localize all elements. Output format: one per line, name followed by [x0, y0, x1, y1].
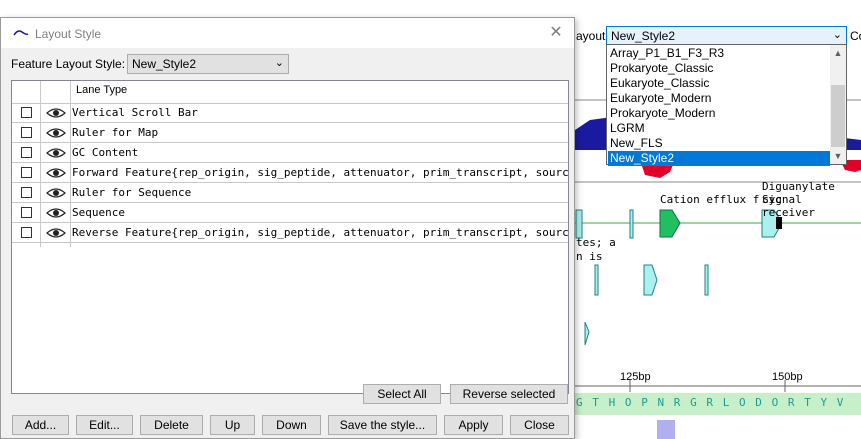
amino-acid-letter: D: [755, 396, 762, 409]
amino-acid-letter: G: [576, 396, 583, 409]
amino-acid-letter: Y: [820, 396, 828, 409]
amino-acid-letter: T: [592, 396, 599, 409]
eye-icon[interactable]: [46, 127, 66, 139]
layout-style-dialog: Layout Style ✕ Feature Layout Style: New…: [0, 17, 575, 439]
lane-type-label: Forward Feature{rep_origin, sig_peptide,…: [72, 166, 569, 179]
table-row[interactable]: Ruler for Sequence: [12, 183, 568, 203]
row-checkbox[interactable]: [21, 227, 32, 238]
apply-button[interactable]: Apply: [444, 415, 503, 435]
lane-type-label: Ruler for Sequence: [72, 186, 192, 199]
feature-label: tes; a: [576, 236, 616, 249]
amino-acid-letter: O: [739, 396, 746, 409]
dropdown-option[interactable]: LGRM: [608, 121, 830, 136]
eye-icon[interactable]: [46, 227, 66, 239]
amino-acid-letter: L: [722, 396, 730, 409]
feature-label: Signal receiver: [762, 193, 815, 219]
edit-button[interactable]: Edit...: [76, 415, 133, 435]
dropdown-option-selected[interactable]: New_Style2: [608, 151, 830, 166]
row-checkbox[interactable]: [21, 127, 32, 138]
app-icon: [13, 30, 29, 36]
dropdown-option[interactable]: New_FLS: [608, 136, 830, 151]
feature-arrow: [659, 209, 681, 238]
up-button[interactable]: Up: [210, 415, 255, 435]
row-checkbox[interactable]: [21, 167, 32, 178]
lane-type-label: Reverse Feature{rep_origin, sig_peptide,…: [72, 226, 569, 239]
dropdown-option[interactable]: Eukaryote_Classic: [608, 76, 830, 91]
dialog-title: Layout Style: [35, 27, 102, 41]
chevron-down-icon: ⌄: [274, 57, 284, 69]
table-row[interactable]: Sequence: [12, 203, 568, 223]
amino-acid-letter: R: [706, 396, 714, 409]
amino-acid-letter: V: [836, 396, 844, 409]
add-button[interactable]: Add...: [12, 415, 69, 435]
scrollbar-thumb[interactable]: [831, 85, 845, 147]
save-style-button[interactable]: Save the style...: [328, 415, 437, 435]
feature-arrow: [584, 321, 590, 346]
feature-layout-style-label: Feature Layout Style:: [11, 57, 126, 71]
feature-layout-style-select[interactable]: New_Style2 ⌄: [127, 54, 289, 74]
lane-type-label: Vertical Scroll Bar: [72, 106, 198, 119]
column-header-lane-type[interactable]: Lane Type: [76, 84, 127, 96]
dropdown-option[interactable]: Prokaryote_Classic: [608, 61, 830, 76]
lane-type-label: GC Content: [72, 146, 139, 159]
feature-mark: [575, 209, 583, 239]
select-all-button[interactable]: Select All: [363, 384, 441, 404]
table-row[interactable]: Vertical Scroll Bar: [12, 103, 568, 123]
table-header: Lane Type: [12, 81, 568, 104]
reverse-selected-button[interactable]: Reverse selected: [450, 384, 568, 404]
amino-acid-letter: N: [657, 396, 665, 409]
feature-label: Cation efflux f: [660, 193, 760, 206]
eye-icon[interactable]: [46, 187, 66, 199]
dropdown-scrollbar[interactable]: ▲ ▼: [830, 45, 846, 164]
dropdown-option[interactable]: Array_P1_B1_F3_R3: [608, 46, 830, 61]
close-icon[interactable]: ✕: [546, 23, 566, 43]
row-checkbox[interactable]: [21, 187, 32, 198]
amino-acid-letter: R: [787, 396, 795, 409]
ruler-tick-label: 150bp: [772, 371, 803, 383]
ruler-tick-label: 125bp: [620, 371, 651, 383]
amino-acid-letter: R: [673, 396, 681, 409]
lane-type-table: Lane Type Vertical Scroll Bar Ruler for M…: [11, 80, 569, 394]
amino-acid-letter: O: [624, 396, 632, 409]
lane-type-label: Ruler for Map: [72, 126, 159, 139]
eye-icon[interactable]: [46, 167, 66, 179]
table-row[interactable]: Ruler for Map: [12, 123, 568, 143]
dropdown-option[interactable]: Prokaryote_Modern: [608, 106, 830, 121]
feature-mark: [629, 209, 634, 239]
dialog-titlebar[interactable]: Layout Style ✕: [1, 18, 574, 48]
feature-layout-style-value: New_Style2: [132, 57, 197, 71]
down-button[interactable]: Down: [262, 415, 321, 435]
amino-acid-letter: H: [608, 396, 616, 409]
feature-mark: [704, 264, 709, 296]
amino-acid-letter: P: [641, 396, 648, 409]
sequence-highlight: [657, 420, 675, 439]
table-row[interactable]: Forward Feature{rep_origin, sig_peptide,…: [12, 163, 568, 183]
scroll-down-icon[interactable]: ▼: [830, 148, 846, 164]
eye-icon[interactable]: [46, 107, 66, 119]
dropdown-option[interactable]: Eukaryote_Modern: [608, 91, 830, 106]
table-row[interactable]: Reverse Feature{rep_origin, sig_peptide,…: [12, 223, 568, 243]
feature-arrow: [643, 264, 658, 296]
row-checkbox[interactable]: [21, 107, 32, 118]
amino-acid-letter: O: [771, 396, 779, 409]
delete-button[interactable]: Delete: [140, 415, 203, 435]
layout-dropdown-list[interactable]: Array_P1_B1_F3_R3 Prokaryote_Classic Euk…: [606, 44, 847, 166]
eye-icon[interactable]: [46, 147, 66, 159]
feature-label: n is: [576, 250, 603, 263]
amino-acid-letter: G: [690, 396, 697, 409]
row-checkbox[interactable]: [21, 147, 32, 158]
scroll-up-icon[interactable]: ▲: [830, 45, 846, 61]
eye-icon[interactable]: [46, 207, 66, 219]
row-checkbox[interactable]: [21, 207, 32, 218]
amino-acid-letter: T: [804, 396, 811, 409]
feature-mark: [594, 264, 599, 296]
table-row[interactable]: GC Content: [12, 143, 568, 163]
lane-type-label: Sequence: [72, 206, 125, 219]
close-button[interactable]: Close: [510, 415, 569, 435]
